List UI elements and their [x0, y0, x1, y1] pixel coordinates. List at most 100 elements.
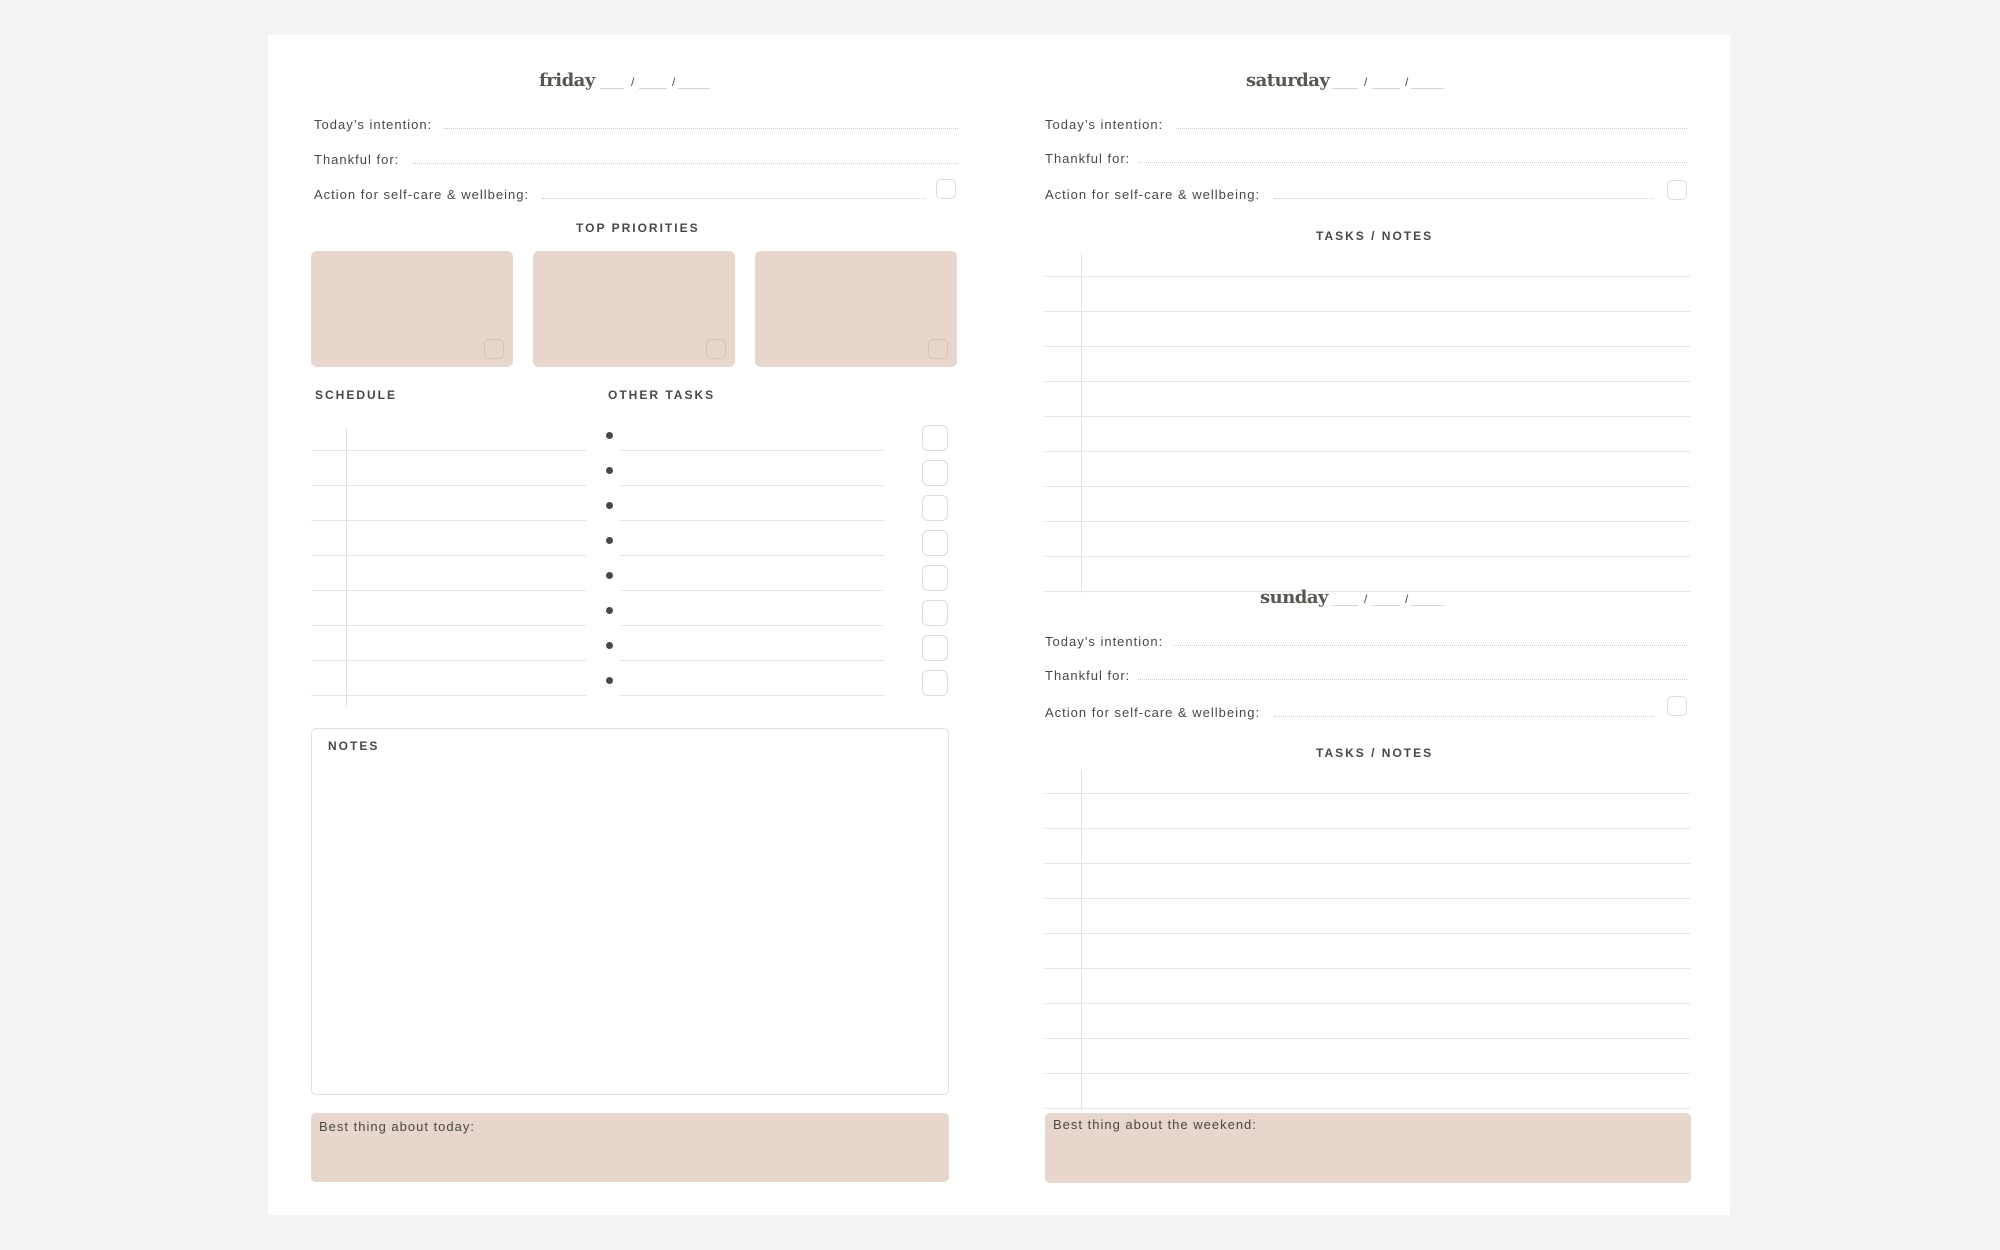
- sunday-task-row[interactable]: [1045, 863, 1690, 864]
- task-line[interactable]: [620, 520, 884, 521]
- task-bullet: [606, 432, 613, 439]
- saturday-date-year[interactable]: [1411, 88, 1444, 89]
- saturday-task-row[interactable]: [1045, 416, 1690, 417]
- saturday-task-row[interactable]: [1045, 346, 1690, 347]
- saturday-selfcare-checkbox[interactable]: [1667, 180, 1687, 200]
- sunday-best-thing-box[interactable]: Best thing about the weekend:: [1045, 1113, 1691, 1183]
- saturday-date-day[interactable]: [1372, 88, 1400, 89]
- task-checkbox[interactable]: [922, 495, 948, 521]
- schedule-row[interactable]: [311, 485, 586, 486]
- schedule-row[interactable]: [311, 660, 586, 661]
- priority-box-1[interactable]: [311, 251, 513, 367]
- sunday-date-year[interactable]: [1411, 605, 1444, 606]
- saturday-task-row[interactable]: [1045, 311, 1690, 312]
- friday-selfcare-label: Action for self-care & wellbeing:: [314, 187, 530, 202]
- saturday-intention-line[interactable]: [1176, 128, 1687, 129]
- friday-date-day[interactable]: [639, 88, 667, 89]
- saturday-task-row[interactable]: [1045, 556, 1690, 557]
- friday-selfcare-line[interactable]: [542, 198, 926, 199]
- sunday-task-row[interactable]: [1045, 828, 1690, 829]
- friday-intention-label: Today’s intention:: [314, 117, 433, 132]
- task-bullet: [606, 502, 613, 509]
- friday-best-thing-label: Best thing about today:: [319, 1119, 475, 1134]
- task-line[interactable]: [620, 660, 884, 661]
- friday-intention-line[interactable]: [444, 128, 958, 129]
- saturday-thankful-line[interactable]: [1138, 162, 1687, 163]
- task-checkbox[interactable]: [922, 600, 948, 626]
- saturday-task-row[interactable]: [1045, 451, 1690, 452]
- sunday-thankful-line[interactable]: [1138, 679, 1687, 680]
- sunday-title: sunday: [1260, 587, 1329, 608]
- friday-top-priorities-heading: TOP PRIORITIES: [576, 221, 700, 235]
- sunday-task-row[interactable]: [1045, 898, 1690, 899]
- task-line[interactable]: [620, 625, 884, 626]
- date-separator: /: [1364, 592, 1368, 606]
- sunday-task-row[interactable]: [1045, 933, 1690, 934]
- schedule-time-divider: [346, 428, 347, 706]
- sunday-task-row[interactable]: [1045, 1108, 1690, 1109]
- sunday-task-row[interactable]: [1045, 1038, 1690, 1039]
- saturday-task-row[interactable]: [1045, 381, 1690, 382]
- task-line[interactable]: [620, 450, 884, 451]
- saturday-date-month[interactable]: [1332, 88, 1358, 89]
- saturday-task-row[interactable]: [1045, 276, 1690, 277]
- sunday-intention-line[interactable]: [1174, 645, 1687, 646]
- priority-checkbox[interactable]: [484, 339, 504, 359]
- saturday-task-row[interactable]: [1045, 591, 1690, 592]
- task-line[interactable]: [620, 695, 884, 696]
- saturday-selfcare-line[interactable]: [1274, 198, 1654, 199]
- task-line[interactable]: [620, 485, 884, 486]
- saturday-task-row[interactable]: [1045, 521, 1690, 522]
- schedule-row[interactable]: [311, 520, 586, 521]
- sunday-intention-label: Today’s intention:: [1045, 634, 1164, 649]
- planner-page: friday / / Today’s intention: Thankful f…: [268, 35, 1730, 1215]
- sunday-task-row[interactable]: [1045, 793, 1690, 794]
- task-bullet: [606, 537, 613, 544]
- sunday-thankful-label: Thankful for:: [1045, 668, 1131, 683]
- sunday-selfcare-checkbox[interactable]: [1667, 696, 1687, 716]
- friday-date-month[interactable]: [600, 88, 624, 89]
- priority-box-3[interactable]: [755, 251, 957, 367]
- schedule-row[interactable]: [311, 450, 586, 451]
- schedule-row[interactable]: [311, 695, 586, 696]
- saturday-tasks-heading: TASKS / NOTES: [1316, 229, 1434, 243]
- friday-notes-box[interactable]: NOTES: [311, 728, 949, 1095]
- sunday-date-month[interactable]: [1332, 605, 1358, 606]
- sunday-task-row[interactable]: [1045, 1073, 1690, 1074]
- date-separator: /: [1405, 75, 1409, 89]
- saturday-selfcare-label: Action for self-care & wellbeing:: [1045, 187, 1261, 202]
- schedule-row[interactable]: [311, 590, 586, 591]
- task-checkbox[interactable]: [922, 565, 948, 591]
- schedule-row[interactable]: [311, 555, 586, 556]
- task-line[interactable]: [620, 590, 884, 591]
- sunday-tasks-heading: TASKS / NOTES: [1316, 746, 1434, 760]
- saturday-task-row[interactable]: [1045, 486, 1690, 487]
- task-line[interactable]: [620, 555, 884, 556]
- schedule-row[interactable]: [311, 625, 586, 626]
- priority-checkbox[interactable]: [928, 339, 948, 359]
- sunday-task-row[interactable]: [1045, 1003, 1690, 1004]
- friday-date-year[interactable]: [678, 88, 710, 89]
- priority-box-2[interactable]: [533, 251, 735, 367]
- friday-selfcare-checkbox[interactable]: [936, 179, 956, 199]
- sunday-task-row[interactable]: [1045, 968, 1690, 969]
- friday-schedule-heading: SCHEDULE: [315, 388, 398, 402]
- sunday-date-day[interactable]: [1372, 605, 1400, 606]
- task-checkbox[interactable]: [922, 635, 948, 661]
- saturday-title: saturday: [1246, 70, 1330, 91]
- date-separator: /: [672, 75, 676, 89]
- sunday-selfcare-line[interactable]: [1274, 716, 1654, 717]
- friday-best-thing-box[interactable]: Best thing about today:: [311, 1113, 949, 1182]
- friday-thankful-line[interactable]: [412, 163, 958, 164]
- priority-checkbox[interactable]: [706, 339, 726, 359]
- sunday-selfcare-label: Action for self-care & wellbeing:: [1045, 705, 1261, 720]
- friday-thankful-label: Thankful for:: [314, 152, 400, 167]
- task-checkbox[interactable]: [922, 670, 948, 696]
- task-bullet: [606, 572, 613, 579]
- saturday-intention-label: Today’s intention:: [1045, 117, 1164, 132]
- task-checkbox[interactable]: [922, 425, 948, 451]
- task-checkbox[interactable]: [922, 530, 948, 556]
- task-bullet: [606, 642, 613, 649]
- friday-title: friday: [539, 70, 595, 91]
- task-checkbox[interactable]: [922, 460, 948, 486]
